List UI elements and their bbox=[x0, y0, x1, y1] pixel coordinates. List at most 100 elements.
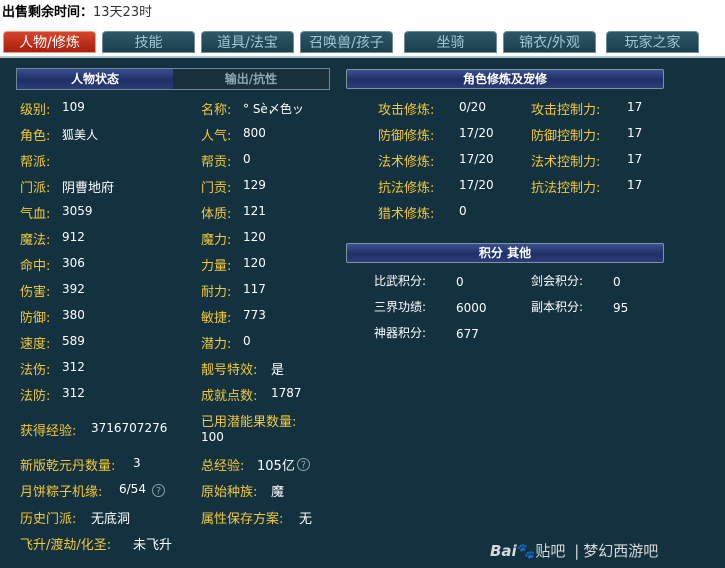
content-divider bbox=[0, 56, 725, 58]
label-damage: 伤害: bbox=[20, 285, 51, 300]
label-guild-contrib: 帮贡: bbox=[201, 155, 232, 170]
value-hunt-cult: 0 bbox=[459, 204, 467, 218]
value-race: 魔 bbox=[271, 485, 285, 500]
watermark-brand: Bai bbox=[490, 542, 517, 560]
value-potential: 0 bbox=[243, 334, 251, 348]
value-spell-damage: 312 bbox=[62, 360, 85, 374]
value-ascension: 未飞升 bbox=[133, 538, 173, 553]
value-mooncake: 6/54 bbox=[119, 482, 146, 496]
cultivation-header: 角色修炼及宠修 bbox=[346, 69, 664, 89]
label-spell-damage: 法伤: bbox=[20, 363, 51, 378]
value-artifact: 677 bbox=[456, 327, 479, 341]
label-used-fruit: 已用潜能果数量: bbox=[201, 415, 297, 430]
label-mooncake: 月饼粽子机缘: bbox=[20, 485, 103, 500]
label-resist-cult: 抗法修炼: bbox=[378, 181, 435, 196]
label-hunt-cult: 猎术修炼: bbox=[378, 207, 435, 222]
label-save-plan: 属性保存方案: bbox=[201, 512, 284, 527]
label-hp: 气血: bbox=[20, 207, 51, 222]
value-sect: 阴曹地府 bbox=[62, 181, 115, 196]
value-history-sect: 无底洞 bbox=[91, 512, 131, 527]
label-defense-ctrl: 防御控制力: bbox=[531, 129, 601, 144]
label-attack-cult: 攻击修炼: bbox=[378, 103, 435, 118]
subtab-status[interactable]: 人物状态 bbox=[17, 69, 173, 89]
label-role: 角色: bbox=[20, 129, 51, 144]
label-potential: 潜力: bbox=[201, 337, 232, 352]
label-special-id: 靓号特效: bbox=[201, 363, 258, 378]
value-strength: 120 bbox=[243, 256, 266, 270]
value-spell-cult: 17/20 bbox=[459, 152, 494, 166]
value-defense: 380 bbox=[62, 308, 85, 322]
sale-value: 13天23时 bbox=[93, 5, 153, 20]
value-mp: 912 bbox=[62, 230, 85, 244]
paw-icon: 🐾 bbox=[516, 542, 536, 560]
value-defense-cult: 17/20 bbox=[459, 126, 494, 140]
watermark-sep: | bbox=[574, 542, 580, 560]
label-popularity: 人气: bbox=[201, 129, 232, 144]
value-hp: 3059 bbox=[62, 204, 93, 218]
label-mp: 魔法: bbox=[20, 233, 51, 248]
label-name: 名称: bbox=[201, 103, 232, 118]
value-magic: 120 bbox=[243, 230, 266, 244]
value-attack-cult: 0/20 bbox=[459, 100, 486, 114]
main-tabs: 人物/修炼 技能 道具/法宝 召唤兽/孩子 坐骑 锦衣/外观 玩家之家 bbox=[0, 27, 725, 57]
value-spell-defense: 312 bbox=[62, 386, 85, 400]
value-resist-cult: 17/20 bbox=[459, 178, 494, 192]
label-agility: 敏捷: bbox=[201, 311, 232, 326]
label-spell-defense: 法防: bbox=[20, 389, 51, 404]
value-qianyuan: 3 bbox=[133, 456, 141, 470]
status-subtabs: 人物状态 输出/抗性 bbox=[16, 68, 330, 90]
value-exp: 3716707276 bbox=[91, 421, 168, 435]
value-endurance: 117 bbox=[243, 282, 266, 296]
label-dungeon: 副本积分: bbox=[531, 300, 584, 314]
value-save-plan: 无 bbox=[299, 512, 313, 527]
tab-outfits[interactable]: 锦衣/外观 bbox=[503, 31, 596, 53]
tab-skills[interactable]: 技能 bbox=[102, 31, 195, 53]
sale-label: 出售剩余时间： bbox=[2, 5, 94, 20]
value-pk-points: 0 bbox=[456, 275, 464, 289]
label-sect: 门派: bbox=[20, 181, 51, 196]
watermark-game: 梦幻西游吧 bbox=[583, 542, 659, 560]
question-circle-icon[interactable]: ? bbox=[152, 484, 165, 497]
value-total-exp: 105亿 bbox=[257, 459, 295, 474]
value-spell-ctrl: 17 bbox=[627, 152, 643, 166]
value-guild-contrib: 0 bbox=[243, 152, 251, 166]
label-magic: 魔力: bbox=[201, 233, 232, 248]
label-defense: 防御: bbox=[20, 311, 51, 326]
tab-home[interactable]: 玩家之家 bbox=[606, 31, 699, 53]
value-dungeon: 95 bbox=[613, 301, 629, 315]
question-circle-icon[interactable]: ? bbox=[297, 458, 310, 471]
label-resist-ctrl: 抗法控制力: bbox=[531, 181, 601, 196]
label-pk-points: 比武积分: bbox=[374, 274, 427, 288]
subtab-output[interactable]: 输出/抗性 bbox=[173, 69, 329, 89]
label-total-exp: 总经验: bbox=[201, 459, 245, 474]
label-artifact: 神器积分: bbox=[374, 326, 427, 340]
tab-summons[interactable]: 召唤兽/孩子 bbox=[300, 31, 393, 53]
value-hit: 306 bbox=[62, 256, 85, 270]
value-level: 109 bbox=[62, 100, 85, 114]
value-damage: 392 bbox=[62, 282, 85, 296]
value-sect-contrib: 129 bbox=[243, 178, 266, 192]
value-name: ° Sè〆色ッ bbox=[243, 102, 304, 116]
value-achievement: 1787 bbox=[271, 386, 302, 400]
tab-mounts[interactable]: 坐骑 bbox=[404, 31, 497, 53]
value-special-id: 是 bbox=[271, 363, 285, 378]
value-constitution: 121 bbox=[243, 204, 266, 218]
label-spell-cult: 法术修炼: bbox=[378, 155, 435, 170]
top-bar: 出售剩余时间：13天23时 bbox=[0, 0, 725, 27]
label-attack-ctrl: 攻击控制力: bbox=[531, 103, 601, 118]
label-ascension: 飞升/渡劫/化圣: bbox=[20, 538, 112, 553]
value-attack-ctrl: 17 bbox=[627, 100, 643, 114]
tab-character[interactable]: 人物/修炼 bbox=[3, 31, 96, 53]
value-role: 狐美人 bbox=[62, 128, 99, 142]
label-achievement: 成就点数: bbox=[201, 389, 258, 404]
label-exp: 获得经验: bbox=[20, 424, 77, 439]
label-endurance: 耐力: bbox=[201, 285, 232, 300]
label-strength: 力量: bbox=[201, 259, 232, 274]
label-hit: 命中: bbox=[20, 259, 51, 274]
value-sword-points: 0 bbox=[613, 275, 621, 289]
tab-items[interactable]: 道具/法宝 bbox=[201, 31, 294, 53]
label-sect-contrib: 门贡: bbox=[201, 181, 232, 196]
label-history-sect: 历史门派: bbox=[20, 512, 77, 527]
value-popularity: 800 bbox=[243, 126, 266, 140]
value-agility: 773 bbox=[243, 308, 266, 322]
